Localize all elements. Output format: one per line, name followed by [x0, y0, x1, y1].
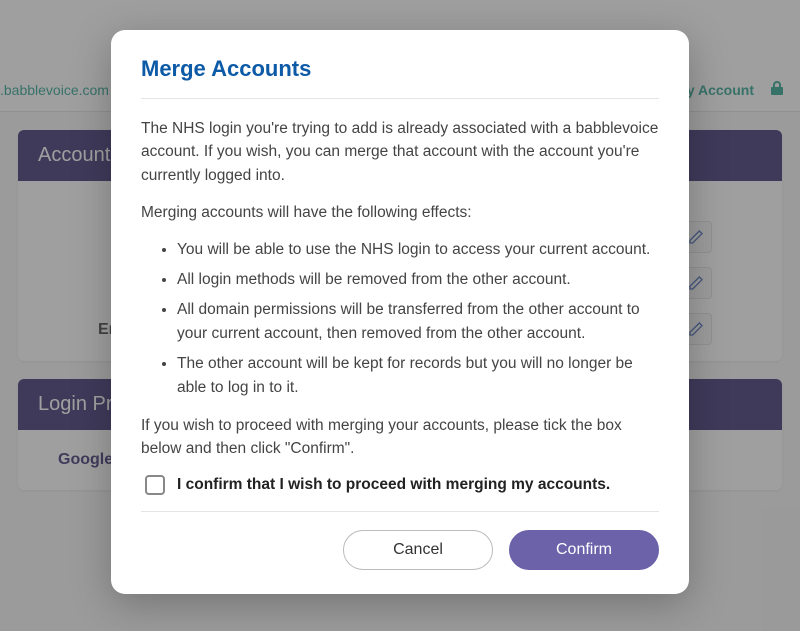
confirm-checkbox-row: I confirm that I wish to proceed with me…	[145, 475, 659, 495]
list-item: The other account will be kept for recor…	[177, 352, 659, 400]
modal-title: Merge Accounts	[141, 56, 659, 82]
modal-effects-lead: Merging accounts will have the following…	[141, 201, 659, 224]
modal-intro-text: The NHS login you're trying to add is al…	[141, 117, 659, 187]
list-item: You will be able to use the NHS login to…	[177, 238, 659, 262]
cancel-button[interactable]: Cancel	[343, 530, 493, 570]
effects-list: You will be able to use the NHS login to…	[141, 238, 659, 400]
confirm-checkbox-label[interactable]: I confirm that I wish to proceed with me…	[177, 476, 610, 494]
list-item: All domain permissions will be transferr…	[177, 298, 659, 346]
list-item: All login methods will be removed from t…	[177, 268, 659, 292]
confirm-button[interactable]: Confirm	[509, 530, 659, 570]
confirm-checkbox[interactable]	[145, 475, 165, 495]
divider	[141, 98, 659, 99]
modal-button-row: Cancel Confirm	[141, 511, 659, 570]
modal-proceed-text: If you wish to proceed with merging your…	[141, 414, 659, 461]
merge-accounts-modal: Merge Accounts The NHS login you're tryi…	[111, 30, 689, 594]
